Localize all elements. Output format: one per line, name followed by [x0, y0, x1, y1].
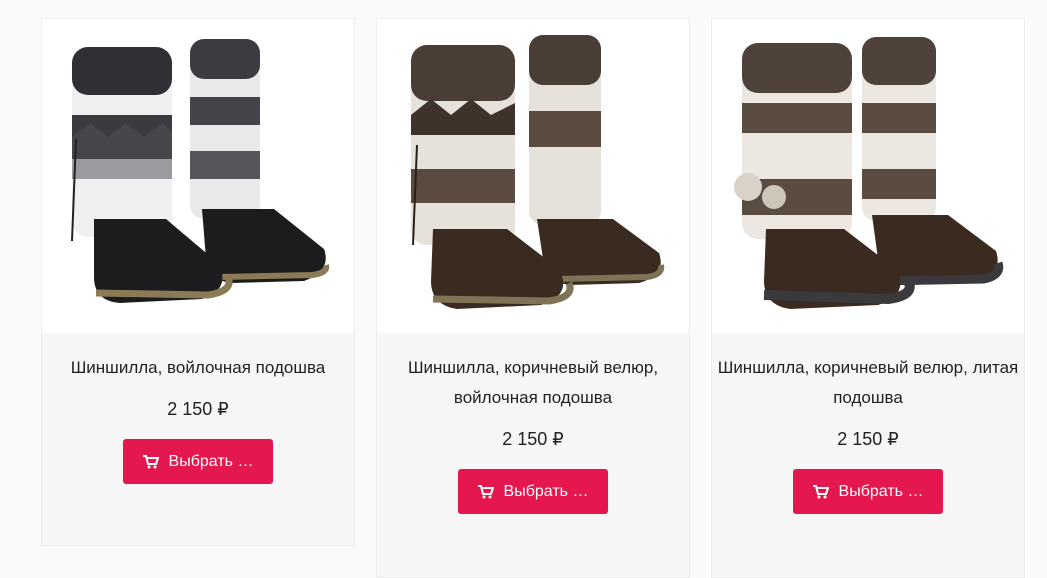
cart-icon [477, 484, 494, 499]
product-price: 2 150 ₽ [502, 429, 564, 449]
product-image[interactable] [377, 19, 689, 333]
choose-button-label: Выбрать … [838, 482, 924, 500]
fur-boots-black-image [71, 39, 330, 303]
product-card: Шиншилла, коричневый велюр, войлочная по… [376, 18, 690, 578]
choose-button-label: Выбрать … [503, 482, 589, 500]
cart-icon [142, 454, 159, 469]
product-title[interactable]: Шиншилла, коричневый велюр, литая подошв… [716, 353, 1020, 413]
product-card: Шиншилла, коричневый велюр, литая подошв… [711, 18, 1025, 578]
product-title[interactable]: Шиншилла, войлочная подошва [46, 353, 350, 383]
choose-button-label: Выбрать … [168, 452, 254, 470]
choose-button[interactable]: Выбрать … [123, 439, 273, 484]
product-image[interactable] [712, 19, 1024, 333]
product-image[interactable] [42, 19, 354, 333]
choose-button[interactable]: Выбрать … [458, 469, 608, 514]
choose-button[interactable]: Выбрать … [793, 469, 943, 514]
cart-icon [812, 484, 829, 499]
product-price: 2 150 ₽ [837, 429, 899, 449]
fur-boots-brown-cast-image [734, 37, 1004, 309]
fur-boots-brown-felt-image [411, 35, 665, 309]
product-card: Шиншилла, войлочная подошва 2 150 ₽ Выбр… [41, 18, 355, 546]
product-price: 2 150 ₽ [167, 399, 229, 419]
product-title[interactable]: Шиншилла, коричневый велюр, войлочная по… [381, 353, 685, 413]
